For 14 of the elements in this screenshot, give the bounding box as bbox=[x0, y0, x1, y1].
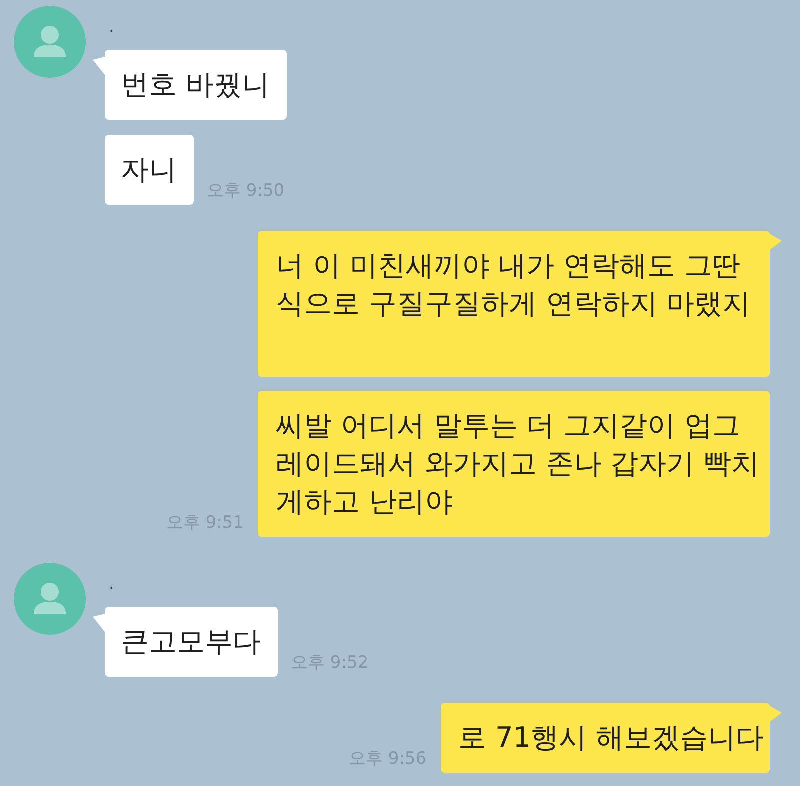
avatar-icon[interactable] bbox=[14, 563, 86, 635]
message-bubble: 큰고모부다 bbox=[105, 607, 278, 677]
sender-name: . bbox=[109, 574, 114, 594]
message-bubble: 번호 바꿨니 bbox=[105, 50, 287, 120]
speech-tail-icon bbox=[770, 706, 782, 722]
speech-tail-icon bbox=[770, 234, 782, 250]
sender-name: . bbox=[109, 17, 114, 37]
message-bubble: 너 이 미친새끼야 내가 연락해도 그딴식으로 구질구질하게 연락하지 마랬지 bbox=[258, 231, 770, 377]
message-bubble: 로 71행시 해보겠습니다 bbox=[440, 703, 770, 773]
message-bubble: 씨발 어디서 말투는 더 그지같이 업그레이드돼서 와가지고 존나 갑자기 빡치게하고 난리야 bbox=[258, 391, 770, 537]
speech-tail-icon bbox=[93, 57, 105, 75]
message-bubble: 자니 bbox=[105, 135, 194, 205]
avatar-icon[interactable] bbox=[14, 6, 86, 78]
speech-tail-icon bbox=[93, 614, 105, 632]
